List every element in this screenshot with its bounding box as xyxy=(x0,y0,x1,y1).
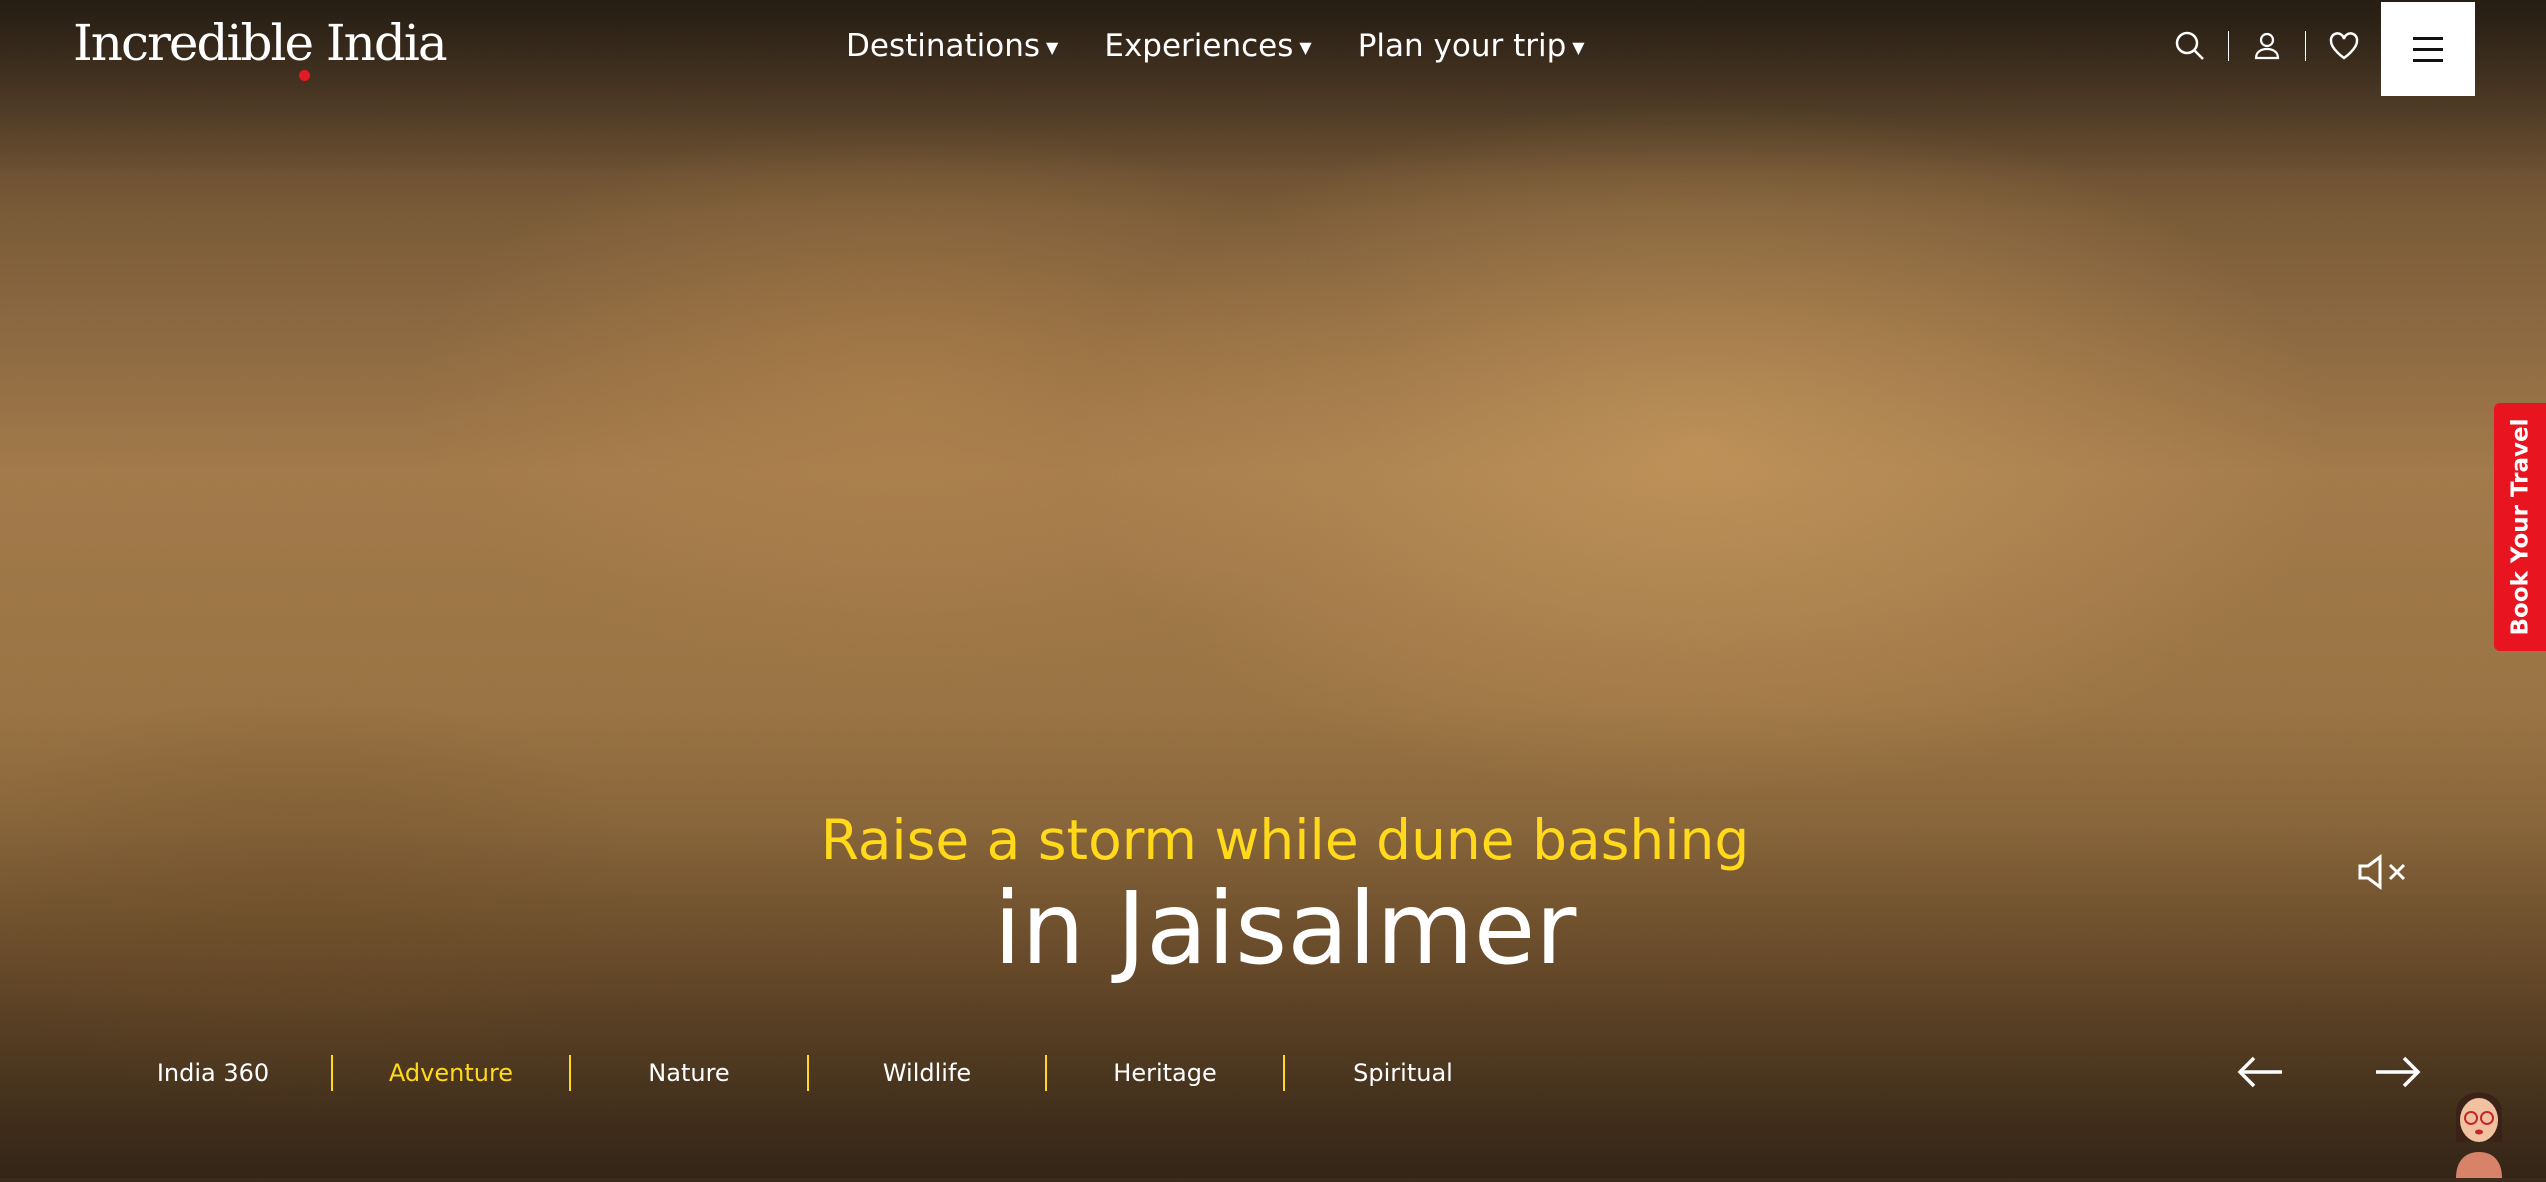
book-label: Book Your Travel xyxy=(2507,418,2534,636)
search-icon[interactable] xyxy=(2170,26,2210,66)
divider xyxy=(2305,31,2306,61)
nav-label: Experiences xyxy=(1104,28,1294,64)
tab-india-360[interactable]: India 360 xyxy=(95,1059,331,1087)
hero-tagline: Raise a storm while dune bashing xyxy=(820,808,1750,872)
nav-label: Destinations xyxy=(846,28,1041,64)
tab-heritage[interactable]: Heritage xyxy=(1047,1059,1283,1087)
divider xyxy=(2228,31,2229,61)
nav-destinations[interactable]: Destinations ▼ xyxy=(846,28,1058,64)
heart-icon[interactable] xyxy=(2324,26,2364,66)
header-actions xyxy=(2170,26,2364,66)
book-your-travel-tab[interactable]: Book Your Travel xyxy=(2494,403,2546,651)
tab-spiritual[interactable]: Spiritual xyxy=(1285,1059,1521,1087)
logo-text: Incredible India xyxy=(73,14,448,72)
category-tabs: India 360 Adventure Nature Wildlife Heri… xyxy=(95,1055,1521,1091)
main-nav: Destinations ▼ Experiences ▼ Plan your tri… xyxy=(846,28,1585,64)
nav-label: Plan your trip xyxy=(1357,28,1567,64)
hero-place: in Jaisalmer xyxy=(993,870,1577,987)
tab-wildlife[interactable]: Wildlife xyxy=(809,1059,1045,1087)
chat-assistant-avatar[interactable] xyxy=(2444,1072,2514,1178)
logo[interactable]: Incredible India xyxy=(73,14,448,81)
nav-plan-your-trip[interactable]: Plan your trip ▼ xyxy=(1358,28,1585,64)
user-icon[interactable] xyxy=(2247,26,2287,66)
hamburger-menu-button[interactable] xyxy=(2381,2,2475,96)
arrow-right-icon[interactable] xyxy=(2374,1054,2422,1094)
nav-experiences[interactable]: Experiences ▼ xyxy=(1104,28,1311,64)
caret-down-icon: ▼ xyxy=(1299,38,1312,57)
tab-nature[interactable]: Nature xyxy=(571,1059,807,1087)
caret-down-icon: ▼ xyxy=(1046,38,1059,57)
tab-adventure[interactable]: Adventure xyxy=(333,1059,569,1087)
hero-video-background xyxy=(0,0,2546,1178)
caret-down-icon: ▼ xyxy=(1572,38,1585,57)
arrow-left-icon[interactable] xyxy=(2236,1054,2284,1094)
mute-icon[interactable] xyxy=(2356,852,2412,896)
logo-dot xyxy=(299,70,310,81)
